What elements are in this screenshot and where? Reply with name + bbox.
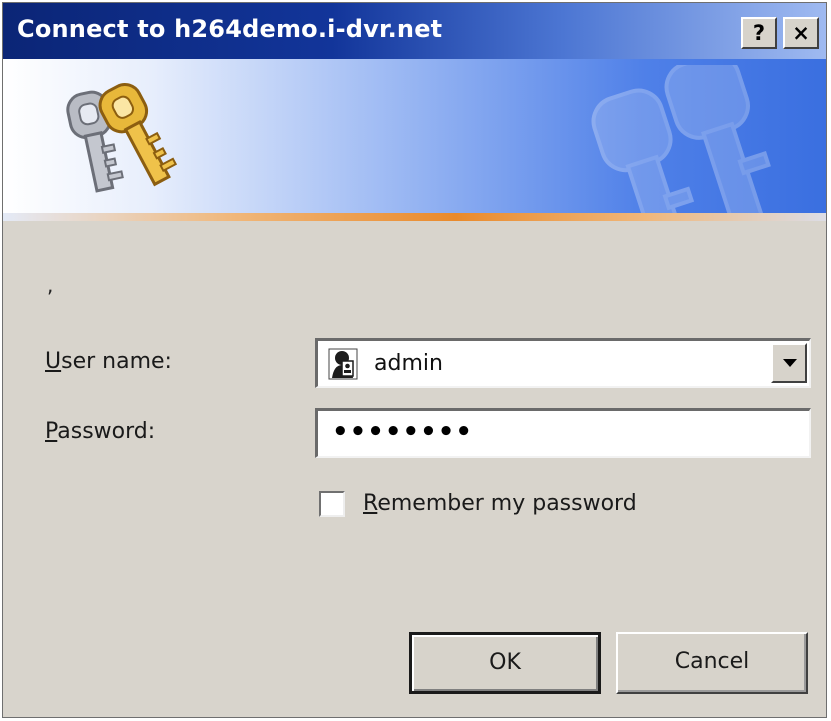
password-label-text: assword: <box>57 419 156 444</box>
remember-password-label[interactable]: Remember my password <box>363 491 637 516</box>
username-combobox[interactable]: admin <box>315 338 811 388</box>
username-label-text: ser name: <box>61 349 172 374</box>
remember-password-checkbox[interactable] <box>319 491 345 517</box>
realm-message: , <box>47 273 54 297</box>
keys-icon <box>66 83 178 193</box>
password-label-accesskey: P <box>45 419 58 444</box>
keys-watermark-icon <box>591 65 771 213</box>
help-button[interactable]: ? <box>741 17 777 49</box>
title-bar[interactable]: Connect to h264demo.i-dvr.net ? × <box>3 3 826 59</box>
ok-button[interactable]: OK <box>409 632 601 694</box>
username-value: admin <box>374 351 443 376</box>
password-field[interactable]: •••••••• <box>315 408 811 458</box>
banner-divider <box>3 213 826 221</box>
dialog-banner <box>3 59 826 213</box>
dialog-title: Connect to h264demo.i-dvr.net <box>17 15 443 43</box>
cancel-button[interactable]: Cancel <box>616 632 808 694</box>
remember-label-accesskey: R <box>363 491 378 516</box>
user-icon <box>328 348 358 380</box>
password-value: •••••••• <box>332 417 473 447</box>
chevron-down-icon[interactable] <box>771 343 807 383</box>
username-label: User name: <box>45 349 172 374</box>
close-button[interactable]: × <box>783 17 819 49</box>
username-label-accesskey: U <box>45 349 62 374</box>
login-dialog: Connect to h264demo.i-dvr.net ? × , User… <box>2 2 827 718</box>
password-label: Password: <box>45 419 155 444</box>
remember-label-text: emember my password <box>377 491 637 516</box>
